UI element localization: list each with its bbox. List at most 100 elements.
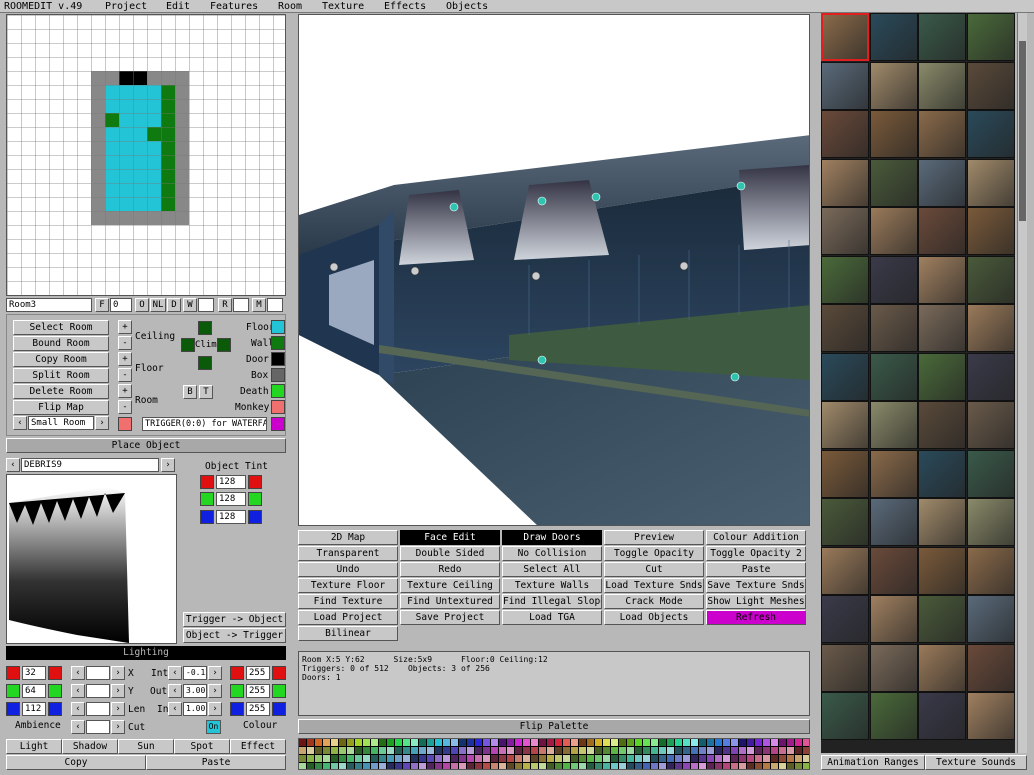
palette-swatch[interactable] [531, 747, 538, 754]
palette-swatch[interactable] [315, 739, 322, 746]
palette-swatch[interactable] [563, 747, 570, 754]
palette-swatch[interactable] [435, 755, 442, 762]
palette-swatch[interactable] [467, 763, 474, 769]
palette-swatch[interactable] [587, 739, 594, 746]
colour-blue-minus[interactable] [230, 702, 244, 716]
int-prev[interactable]: ‹ [168, 666, 182, 680]
room-map-grid[interactable] [6, 14, 286, 296]
palette-swatch[interactable] [795, 763, 802, 769]
palette-swatch[interactable] [763, 747, 770, 754]
light-button[interactable]: Light [6, 739, 62, 754]
int-next[interactable]: › [208, 666, 222, 680]
tint-blue-value[interactable]: 128 [216, 510, 246, 524]
t-button[interactable]: T [199, 385, 213, 399]
palette-swatch[interactable] [379, 755, 386, 762]
palette-swatch[interactable] [515, 739, 522, 746]
palette-swatch[interactable] [475, 755, 482, 762]
toolbar-texture-floor-button[interactable]: Texture Floor [298, 578, 398, 593]
palette-swatch[interactable] [683, 739, 690, 746]
colour-palette[interactable] [298, 738, 810, 770]
toolbar-bilinear-button[interactable]: Bilinear [298, 626, 398, 641]
texture-tile[interactable] [966, 449, 1015, 498]
o-button[interactable]: O [135, 298, 149, 312]
colour-green-minus[interactable] [230, 684, 244, 698]
texture-tile[interactable] [918, 13, 966, 61]
toolbar-refresh-button[interactable]: Refresh [706, 610, 806, 625]
x-prev[interactable]: ‹ [71, 666, 85, 680]
palette-swatch[interactable] [419, 755, 426, 762]
m-button[interactable]: M [252, 298, 266, 312]
palette-swatch[interactable] [595, 763, 602, 769]
menu-objects[interactable]: Objects [446, 1, 488, 12]
palette-swatch[interactable] [395, 739, 402, 746]
palette-swatch[interactable] [771, 739, 778, 746]
palette-swatch[interactable] [443, 739, 450, 746]
sun-button[interactable]: Sun [118, 739, 174, 754]
texture-tile[interactable] [869, 595, 918, 643]
floor-minus-button[interactable]: - [118, 368, 132, 382]
toolbar-2d-map-button[interactable]: 2D Map [298, 530, 398, 545]
d-button[interactable]: D [167, 298, 181, 312]
palette-swatch[interactable] [491, 739, 498, 746]
toolbar-cut-button[interactable]: Cut [604, 562, 704, 577]
palette-swatch[interactable] [739, 755, 746, 762]
palette-swatch[interactable] [755, 763, 762, 769]
palette-swatch[interactable] [627, 747, 634, 754]
flip-map-button[interactable]: Flip Map [13, 400, 109, 415]
palette-swatch[interactable] [699, 739, 706, 746]
palette-swatch[interactable] [667, 747, 674, 754]
palette-swatch[interactable] [571, 747, 578, 754]
palette-swatch[interactable] [539, 747, 546, 754]
palette-swatch[interactable] [347, 739, 354, 746]
select-room-button[interactable]: Select Room [13, 320, 109, 335]
palette-swatch[interactable] [475, 739, 482, 746]
palette-swatch[interactable] [347, 755, 354, 762]
texture-tile[interactable] [966, 546, 1015, 595]
palette-swatch[interactable] [331, 763, 338, 769]
palette-swatch[interactable] [451, 747, 458, 754]
palette-swatch[interactable] [483, 739, 490, 746]
texture-tile[interactable] [821, 207, 869, 255]
colour-red-value[interactable]: 255 [246, 666, 270, 680]
palette-swatch[interactable] [395, 747, 402, 754]
texture-tile[interactable] [821, 449, 869, 498]
palette-swatch[interactable] [595, 739, 602, 746]
palette-swatch[interactable] [691, 755, 698, 762]
texture-tile[interactable] [966, 692, 1015, 740]
palette-swatch[interactable] [467, 747, 474, 754]
colour-blue-value[interactable]: 255 [246, 702, 270, 716]
palette-swatch[interactable] [619, 739, 626, 746]
palette-swatch[interactable] [787, 763, 794, 769]
palette-swatch[interactable] [475, 747, 482, 754]
palette-swatch[interactable] [763, 763, 770, 769]
texture-tile[interactable] [821, 498, 869, 546]
palette-swatch[interactable] [547, 763, 554, 769]
palette-swatch[interactable] [715, 747, 722, 754]
palette-swatch[interactable] [299, 755, 306, 762]
palette-swatch[interactable] [651, 763, 658, 769]
texture-tile[interactable] [821, 13, 869, 61]
palette-swatch[interactable] [523, 755, 530, 762]
palette-swatch[interactable] [499, 755, 506, 762]
texture-tile[interactable] [821, 692, 869, 740]
y-value[interactable] [86, 684, 110, 698]
palette-swatch[interactable] [611, 755, 618, 762]
texture-tile[interactable] [966, 13, 1015, 61]
colour-green-value[interactable]: 255 [246, 684, 270, 698]
palette-swatch[interactable] [787, 747, 794, 754]
toolbar-load-objects-button[interactable]: Load Objects [604, 610, 704, 625]
out-prev[interactable]: ‹ [168, 684, 182, 698]
texture-tile[interactable] [918, 498, 966, 546]
texture-tile[interactable] [821, 61, 869, 110]
palette-swatch[interactable] [563, 755, 570, 762]
room-size-field[interactable]: Small Room [28, 416, 94, 430]
toolbar-select-all-button[interactable]: Select All [502, 562, 602, 577]
colour-red-minus[interactable] [230, 666, 244, 680]
room-plus-button[interactable]: + [118, 384, 132, 398]
animation-ranges-tab[interactable]: Animation Ranges [821, 755, 925, 770]
palette-swatch[interactable] [675, 755, 682, 762]
tint-green-plus[interactable] [248, 492, 262, 506]
object-prev-button[interactable]: ‹ [6, 458, 20, 472]
palette-swatch[interactable] [491, 763, 498, 769]
ambience-green-value[interactable]: 64 [22, 684, 46, 698]
